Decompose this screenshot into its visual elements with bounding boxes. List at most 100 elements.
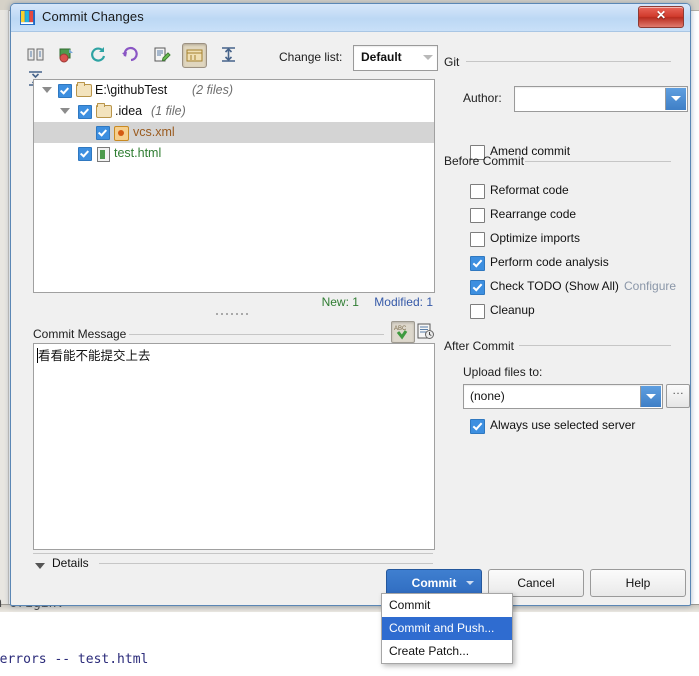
- git-section-rule: [466, 61, 671, 62]
- tree-node-label: test.html: [114, 146, 162, 160]
- spellcheck-icon[interactable]: ABC: [391, 321, 415, 343]
- tree-node-meta: (2 files): [192, 83, 233, 97]
- checkbox-box: [470, 256, 485, 271]
- table-row[interactable]: E:\githubTest (2 files): [34, 80, 434, 101]
- tree-node-label: vcs.xml: [133, 125, 175, 139]
- author-field[interactable]: [514, 86, 688, 112]
- table-row[interactable]: vcs.xml: [34, 122, 434, 143]
- upload-files-label: Upload files to:: [463, 365, 543, 379]
- git-section-title: Git: [444, 55, 460, 69]
- splitter-grip[interactable]: [216, 313, 250, 318]
- dialog-title: Commit Changes: [42, 9, 144, 24]
- menu-item-commit-label: Commit: [389, 598, 431, 612]
- rearrange-code-label: Rearrange code: [490, 207, 577, 221]
- folder-icon: [76, 82, 92, 97]
- chevron-down-icon[interactable]: [640, 386, 661, 407]
- author-label: Author:: [463, 91, 502, 105]
- after-commit-title: After Commit: [444, 339, 515, 353]
- tree-node-label: E:\githubTest: [95, 83, 168, 97]
- move-to-changelist-icon[interactable]: [56, 44, 77, 65]
- message-history-icon[interactable]: [415, 321, 435, 341]
- table-row[interactable]: .idea (1 file): [34, 101, 434, 122]
- status-modified-count: Modified: 1: [374, 295, 433, 309]
- row-checkbox[interactable]: [78, 105, 92, 119]
- folder-icon: [96, 103, 112, 118]
- commit-message-label: Commit Message: [33, 327, 126, 341]
- dialog-body: Change list: Default E:\githubTest (2 fi…: [11, 32, 690, 605]
- commit-dropdown-menu[interactable]: Commit Commit and Push... Create Patch..…: [381, 593, 513, 664]
- details-top-rule: [33, 553, 433, 554]
- show-diff-icon[interactable]: [25, 44, 46, 65]
- chevron-down-icon: [423, 55, 433, 60]
- tree-status-line: New: 1 Modified: 1: [33, 295, 433, 309]
- expand-twisty-icon[interactable]: [42, 87, 52, 93]
- refresh-icon[interactable]: [88, 44, 109, 65]
- checkbox-box: [470, 280, 485, 295]
- before-commit-rule: [525, 161, 671, 162]
- author-label-text: Author:: [463, 91, 502, 105]
- always-use-server-label: Always use selected server: [490, 418, 636, 432]
- commit-changes-dialog: Commit Changes ✕ Change list: Default E:…: [10, 3, 691, 606]
- edit-source-icon[interactable]: [151, 44, 172, 65]
- dialog-title-bar[interactable]: Commit Changes ✕: [11, 4, 690, 32]
- row-checkbox[interactable]: [58, 84, 72, 98]
- ide-left-gutter: [0, 10, 9, 610]
- console-line-command: e-errors -- test.html: [0, 652, 149, 667]
- details-rule: [99, 563, 433, 564]
- change-list-label: Change list:: [279, 50, 342, 64]
- cancel-button-label: Cancel: [517, 576, 555, 590]
- tree-node-label: .idea: [115, 104, 143, 118]
- table-row[interactable]: test.html: [34, 143, 434, 164]
- expand-twisty-icon[interactable]: [60, 108, 70, 114]
- changed-files-tree[interactable]: E:\githubTest (2 files) .idea (1 file) v…: [33, 79, 435, 293]
- chevron-down-icon: [35, 563, 45, 569]
- revert-icon[interactable]: [119, 44, 140, 65]
- change-list-label-text: Change list:: [279, 50, 343, 64]
- cleanup-label: Cleanup: [490, 303, 535, 317]
- chevron-down-icon: [466, 581, 474, 585]
- expand-all-icon[interactable]: [218, 44, 239, 65]
- commit-message-text: 看看能不能提交上去: [38, 348, 151, 363]
- details-label: Details: [52, 556, 89, 570]
- group-by-directory-icon[interactable]: [182, 43, 208, 68]
- commit-message-input[interactable]: 看看能不能提交上去: [33, 343, 435, 550]
- menu-item-commit-and-push-label: Commit and Push...: [389, 621, 495, 635]
- after-commit-rule: [519, 345, 671, 346]
- checkbox-box: [470, 232, 485, 247]
- row-checkbox[interactable]: [96, 126, 110, 140]
- configure-link[interactable]: Configure: [624, 279, 676, 293]
- perform-code-analysis-label: Perform code analysis: [490, 255, 609, 269]
- menu-item-commit[interactable]: Commit: [382, 594, 512, 617]
- chevron-down-icon[interactable]: [665, 88, 686, 110]
- help-button[interactable]: Help: [590, 569, 686, 597]
- webstorm-icon: [20, 10, 35, 25]
- changes-toolbar: [25, 43, 275, 86]
- row-checkbox[interactable]: [78, 147, 92, 161]
- optimize-imports-label: Optimize imports: [490, 231, 581, 245]
- status-new-count: New: 1: [321, 295, 359, 309]
- reformat-code-label: Reformat code: [490, 183, 569, 197]
- browse-server-button[interactable]: [666, 383, 690, 408]
- html-file-icon: [97, 147, 110, 162]
- xml-file-icon: [114, 126, 129, 141]
- menu-item-create-patch-label: Create Patch...: [389, 644, 470, 658]
- help-button-label: Help: [625, 576, 651, 590]
- menu-item-commit-and-push[interactable]: Commit and Push...: [382, 617, 512, 640]
- checkbox-box: [470, 419, 485, 434]
- tree-node-meta: (1 file): [151, 104, 186, 118]
- commit-message-rule: [129, 334, 384, 335]
- before-commit-title: Before Commit: [444, 154, 525, 168]
- close-icon: ✕: [655, 8, 667, 22]
- change-list-value: Default: [361, 50, 402, 64]
- checkbox-box: [470, 304, 485, 319]
- menu-item-create-patch[interactable]: Create Patch...: [382, 640, 512, 663]
- change-list-combo[interactable]: Default: [353, 45, 438, 71]
- commit-message-label-text: Commit Message: [33, 327, 127, 341]
- upload-server-combo[interactable]: (none): [463, 384, 663, 409]
- close-button[interactable]: ✕: [638, 6, 684, 28]
- checkbox-box: [470, 184, 485, 199]
- checkbox-box: [470, 208, 485, 223]
- commit-button-label: Commit: [411, 576, 457, 590]
- upload-server-value: (none): [470, 389, 505, 403]
- check-todo-label: Check TODO (Show All): [490, 279, 619, 293]
